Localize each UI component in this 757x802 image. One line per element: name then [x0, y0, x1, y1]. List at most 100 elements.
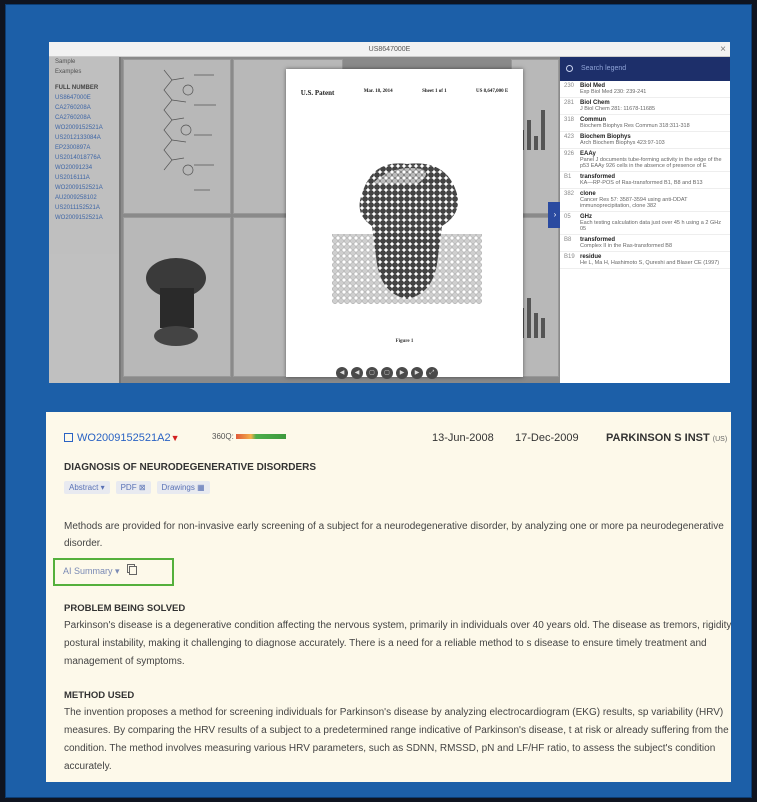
fullscreen-button[interactable]: ⤢	[426, 367, 438, 379]
assignee: PARKINSON S INST (US)	[606, 432, 727, 444]
legend-item-desc: Biochem Biophys Res Commun 318:311-318	[580, 123, 690, 129]
legend-item-desc: J Biol Chem 281: 11678-11685	[580, 106, 656, 112]
publication-date: 17-Dec-2009	[515, 432, 579, 444]
problem-text: Parkinson's disease is a degenerative co…	[64, 620, 731, 667]
thumbnail[interactable]	[123, 59, 231, 214]
patent-number[interactable]: WO2009152521A2	[77, 432, 171, 444]
legend-item-desc: Each testing calculation data just over …	[580, 220, 721, 232]
drawings-button[interactable]: Drawings ▦	[156, 481, 210, 494]
patent-title: DIAGNOSIS OF NEURODEGENERATIVE DISORDERS	[64, 462, 317, 473]
family-header: FULL NUMBER	[55, 85, 99, 91]
close-icon[interactable]: ×	[720, 42, 726, 57]
legend-item-desc: Complex II in the Ras-transformed B8	[580, 243, 673, 249]
legend-item-desc: KA—RP-POS of Ras-transformed B1, B8 and …	[580, 180, 703, 186]
legend-search-input[interactable]: Search legend	[581, 65, 626, 72]
family-link[interactable]: US8647000E	[49, 93, 119, 103]
drawing-page: U.S. Patent Mar. 18, 2014 Sheet 1 of 1 U…	[286, 69, 523, 377]
problem-heading: PROBLEM BEING SOLVED	[64, 603, 186, 614]
page-header-left: U.S. Patent	[300, 89, 335, 97]
family-link[interactable]: US2012133084A	[49, 133, 119, 143]
thumbnail[interactable]	[123, 217, 231, 377]
family-link[interactable]: US2011152521A	[49, 203, 119, 213]
ai-summary-box[interactable]: AI Summary ▾	[53, 558, 174, 586]
page-header: U.S. Patent Mar. 18, 2014 Sheet 1 of 1 U…	[286, 89, 523, 97]
viewer-title: US8647000E	[49, 42, 730, 57]
legend-search[interactable]: Search legend	[560, 57, 730, 81]
quality-bar	[235, 434, 286, 440]
family-link[interactable]: WO2009152521A	[49, 213, 119, 223]
family-link[interactable]: US2014018776A	[49, 153, 119, 163]
main-frame: US8647000E × Sample Examples FULL NUMBER…	[5, 4, 752, 798]
legend-item[interactable]: 382 clone Cancer Res 57: 3587-3594 using a…	[560, 189, 730, 212]
legend-item-number: 05	[564, 214, 571, 220]
zoom-out-button[interactable]: ▢	[366, 367, 378, 379]
patent-link[interactable]: WO2009152521A2▼	[64, 432, 180, 444]
result-tabs: Abstract ▾ PDF ⊠ Drawings ▦	[64, 481, 210, 494]
abstract-toggle[interactable]: Abstract ▾	[64, 481, 110, 494]
page-header-date: Mar. 18, 2014	[363, 89, 393, 94]
legend-item-number: 423	[564, 134, 575, 140]
family-link[interactable]: EP2300897A	[49, 143, 119, 153]
legend-item-number: 926	[564, 151, 575, 157]
legend-item-number: B8	[564, 237, 572, 243]
legend-item[interactable]: 318 Commun Biochem Biophys Res Commun 318:…	[560, 115, 730, 132]
legend-item[interactable]: 281 Biol Chem J Biol Chem 281: 11678-11685	[560, 98, 730, 115]
panel-item[interactable]: Sample	[49, 57, 119, 67]
legend-item[interactable]: 05 GHz Each testing calculation data just …	[560, 212, 730, 235]
patent-viewer: US8647000E × Sample Examples FULL NUMBER…	[49, 42, 730, 383]
legend-item-number: B19	[564, 254, 575, 260]
page-controls: ◀ ◀ ▢ ▢ ▶ ▶ ⤢	[336, 367, 438, 379]
panel-item[interactable]: Examples	[49, 67, 119, 77]
zoom-in-button[interactable]: ▢	[381, 367, 393, 379]
legend-item-number: 281	[564, 100, 575, 106]
abstract-text: Methods are provided for non-invasive ea…	[64, 521, 724, 549]
family-link[interactable]: WO2009152521A	[49, 183, 119, 193]
method-heading: METHOD USED	[64, 690, 135, 701]
legend-item-number: 318	[564, 117, 575, 123]
family-link[interactable]: WO2009152521A	[49, 123, 119, 133]
legend-item[interactable]: 230 Biol Med Exp Biol Med 230: 239-241	[560, 81, 730, 98]
first-page-button[interactable]: ◀	[336, 367, 348, 379]
legend-item-desc: Arch Biochem Biophys 423:97-103	[580, 140, 665, 146]
result-header: WO2009152521A2▼ 360Q: 13-Jun-2008 17-Dec…	[64, 432, 731, 448]
priority-date: 13-Jun-2008	[432, 432, 494, 444]
figure-caption: Figure 1	[395, 339, 414, 344]
legend-item-number: 382	[564, 191, 575, 197]
family-link[interactable]: US2016111A	[49, 173, 119, 183]
external-link-icon	[64, 433, 73, 442]
protein-thumb	[146, 258, 206, 346]
legend-item[interactable]: B8 transformed Complex II in the Ras-trans…	[560, 235, 730, 252]
family-link[interactable]: CA2760208A	[49, 103, 119, 113]
ai-summary-toggle[interactable]: AI Summary ▾	[63, 566, 120, 576]
legend-list: 230 Biol Med Exp Biol Med 230: 239-241 281 B…	[560, 81, 730, 269]
pdf-button[interactable]: PDF ⊠	[115, 481, 151, 494]
legend-item-number: 230	[564, 83, 575, 89]
legend-item-desc: He L, Ma H, Hashimoto S, Qureshi and Bla…	[580, 260, 720, 266]
status-icon: ▼	[170, 433, 180, 443]
result-card: WO2009152521A2▼ 360Q: 13-Jun-2008 17-Dec…	[46, 412, 731, 782]
page-header-number: US 8,647,000 E	[476, 89, 509, 94]
method-text: The invention proposes a method for scre…	[64, 707, 729, 772]
legend-item[interactable]: 926 EAAy Panel J documents tube-forming ac…	[560, 149, 730, 172]
legend-item-desc: Panel J documents tube-forming activity …	[580, 157, 722, 169]
next-page-button[interactable]: ▶	[396, 367, 408, 379]
copy-icon[interactable]	[128, 566, 137, 575]
quality-score: 360Q:	[212, 432, 286, 441]
legend-panel: Search legend 230 Biol Med Exp Biol Med 23…	[560, 57, 730, 383]
legend-item-desc: Exp Biol Med 230: 239-241	[580, 89, 647, 95]
prev-page-button[interactable]: ◀	[351, 367, 363, 379]
legend-item-desc: Cancer Res 57: 3587-3594 using anti-DDAT…	[580, 197, 688, 209]
last-page-button[interactable]: ▶	[411, 367, 423, 379]
protein-structure-image	[332, 163, 482, 304]
legend-item[interactable]: 423 Biochem Biophys Arch Biochem Biophys 4…	[560, 132, 730, 149]
legend-item[interactable]: B19 residue He L, Ma H, Hashimoto S, Qures…	[560, 252, 730, 269]
family-panel: Sample Examples FULL NUMBER US8647000E C…	[49, 57, 119, 383]
legend-item[interactable]: B1 transformed KA—RP-POS of Ras-transforme…	[560, 172, 730, 189]
family-link[interactable]: WO20091234	[49, 163, 119, 173]
legend-item-number: B1	[564, 174, 572, 180]
chemical-structure-thumb	[163, 69, 216, 191]
quality-label: 360Q:	[212, 432, 234, 441]
family-link[interactable]: CA2760208A	[49, 113, 119, 123]
family-link[interactable]: AU2009258102	[49, 193, 119, 203]
assignee-name: PARKINSON S INST	[606, 432, 710, 444]
